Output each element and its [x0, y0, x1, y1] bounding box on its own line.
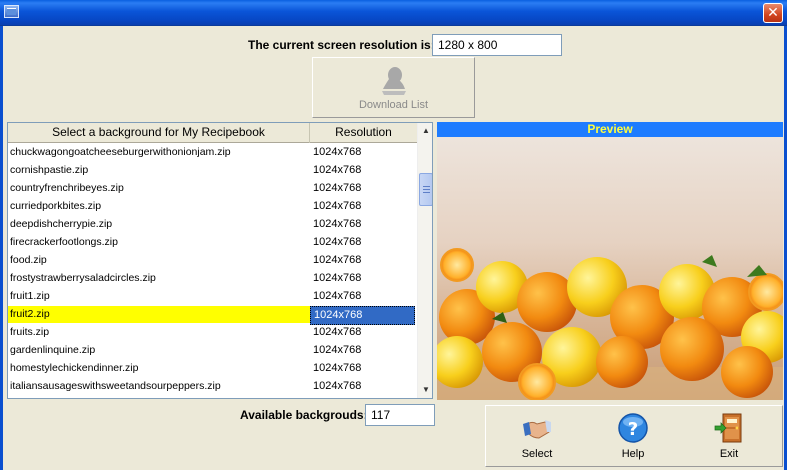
list-row[interactable]: italiansausageswithsweetandsourpeppers.z… [8, 378, 417, 396]
list-row[interactable]: firecrackerfootlongs.zip 1024x768 [8, 234, 417, 252]
grip-icon [423, 186, 430, 193]
scroll-up-arrow-icon[interactable]: ▲ [418, 123, 432, 139]
column-header-name[interactable]: Select a background for My Recipebook [8, 123, 310, 143]
exit-label: Exit [719, 448, 739, 460]
resolution-field[interactable]: 1280 x 800 [432, 34, 562, 56]
help-button[interactable]: ? Help [593, 406, 673, 464]
list-row[interactable]: deepdishcherrypie.zip 1024x768 [8, 216, 417, 234]
row-resolution: 1024x768 [313, 182, 362, 194]
handshake-icon [523, 420, 551, 439]
select-label: Select [521, 448, 553, 460]
list-row[interactable]: chuckwagongoatcheeseburgerwithonionjam.z… [8, 144, 417, 162]
row-filename: firecrackerfootlongs.zip [10, 236, 118, 248]
svg-text:?: ? [628, 419, 638, 440]
row-filename: cornishpastie.zip [10, 164, 89, 176]
row-filename: frostystrawberrysaladcircles.zip [10, 272, 156, 284]
row-filename: deepdishcherrypie.zip [10, 218, 113, 230]
column-header-resolution[interactable]: Resolution [310, 123, 417, 143]
row-resolution: 1024x768 [313, 146, 362, 158]
list-row[interactable]: cornishpastie.zip 1024x768 [8, 162, 417, 180]
app-window-icon[interactable] [4, 5, 19, 18]
download-list-button[interactable]: Download List [312, 57, 475, 118]
row-filename: fruits.zip [10, 326, 50, 338]
row-resolution: 1024x768 [313, 236, 362, 248]
download-person-icon [382, 67, 406, 95]
available-backgrounds-count[interactable]: 117 [365, 404, 435, 426]
download-list-label: Download List [358, 99, 429, 111]
row-resolution: 1024x768 [310, 306, 415, 325]
list-rows: chuckwagongoatcheeseburgerwithonionjam.z… [8, 144, 417, 396]
action-toolbar: Select ? Help Exit [485, 405, 783, 467]
row-filename: food.zip [10, 254, 47, 266]
resolution-label: The current screen resolution is: [248, 38, 435, 52]
row-resolution: 1024x768 [313, 272, 362, 284]
row-filename: italiansausageswithsweetandsourpeppers.z… [10, 380, 221, 392]
row-resolution: 1024x768 [313, 380, 362, 392]
preview-image [437, 137, 783, 400]
exit-door-icon [714, 413, 742, 443]
row-resolution: 1024x768 [313, 326, 362, 338]
title-bar: ✕ [0, 0, 787, 26]
list-row[interactable]: food.zip 1024x768 [8, 252, 417, 270]
row-filename: fruit2.zip [8, 306, 310, 323]
row-resolution: 1024x768 [313, 290, 362, 302]
exit-button[interactable]: Exit [689, 406, 769, 464]
row-resolution: 1024x768 [313, 200, 362, 212]
scroll-thumb[interactable] [419, 173, 432, 206]
fruit-preview-image [437, 137, 783, 400]
question-mark-icon: ? [618, 413, 648, 443]
preview-title: Preview [437, 122, 783, 137]
list-header: Select a background for My Recipebook Re… [8, 123, 417, 143]
list-row[interactable]: countryfrenchribeyes.zip 1024x768 [8, 180, 417, 198]
list-row[interactable]: frostystrawberrysaladcircles.zip 1024x768 [8, 270, 417, 288]
row-resolution: 1024x768 [313, 164, 362, 176]
help-label: Help [621, 448, 645, 460]
list-scrollbar[interactable]: ▲ ▼ [417, 123, 432, 398]
close-button[interactable]: ✕ [763, 3, 783, 23]
row-filename: homestylechickendinner.zip [10, 362, 139, 374]
window-frame-left [0, 26, 3, 470]
scroll-down-arrow-icon[interactable]: ▼ [418, 382, 432, 398]
list-row[interactable]: fruit2.zip 1024x768 [8, 306, 417, 325]
row-resolution: 1024x768 [313, 218, 362, 230]
row-filename: gardenlinquine.zip [10, 344, 96, 356]
list-row[interactable]: fruit1.zip 1024x768 [8, 288, 417, 306]
row-filename: fruit1.zip [10, 290, 50, 302]
row-resolution: 1024x768 [313, 344, 362, 356]
background-list[interactable]: Select a background for My Recipebook Re… [7, 122, 433, 399]
available-backgrounds-label: Available backgrouds: [240, 408, 368, 422]
list-row[interactable]: gardenlinquine.zip 1024x768 [8, 342, 417, 360]
row-resolution: 1024x768 [313, 254, 362, 266]
row-filename: countryfrenchribeyes.zip [10, 182, 124, 194]
row-filename: curriedporkbites.zip [10, 200, 102, 212]
list-row[interactable]: homestylechickendinner.zip 1024x768 [8, 360, 417, 378]
select-button[interactable]: Select [497, 406, 577, 464]
list-row[interactable]: curriedporkbites.zip 1024x768 [8, 198, 417, 216]
row-resolution: 1024x768 [313, 362, 362, 374]
list-row[interactable]: fruits.zip 1024x768 [8, 324, 417, 342]
row-filename: chuckwagongoatcheeseburgerwithonionjam.z… [10, 146, 231, 158]
